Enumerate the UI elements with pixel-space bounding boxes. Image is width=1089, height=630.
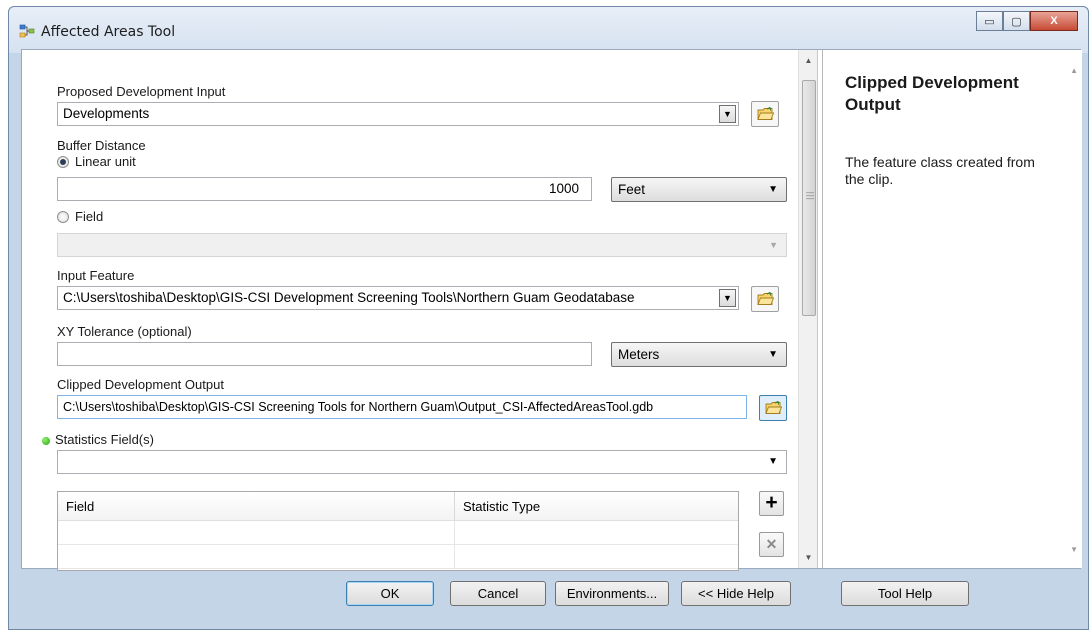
proposed-development-input-value: Developments bbox=[63, 106, 150, 121]
delete-icon: ✕ bbox=[765, 536, 778, 552]
browse-output-button[interactable] bbox=[759, 395, 787, 421]
linear-unit-label: Linear unit bbox=[75, 154, 136, 169]
ok-button[interactable]: OK bbox=[346, 581, 434, 606]
clipped-development-output-value: C:\Users\toshiba\Desktop\GIS-CSI Screeni… bbox=[63, 400, 654, 414]
table-row[interactable] bbox=[58, 521, 738, 545]
proposed-development-input-label: Proposed Development Input bbox=[57, 84, 226, 99]
field-column-header[interactable]: Field bbox=[58, 492, 455, 521]
field-radio[interactable] bbox=[57, 211, 69, 223]
xy-tolerance-unit-select[interactable]: Meters ▼ bbox=[611, 342, 787, 367]
parameters-pane: Proposed Development Input Developments … bbox=[22, 50, 798, 571]
input-feature-combo[interactable]: C:\Users\toshiba\Desktop\GIS-CSI Develop… bbox=[57, 286, 739, 310]
statistics-fields-table[interactable]: Field Statistic Type bbox=[57, 491, 739, 571]
close-button[interactable]: X bbox=[1030, 11, 1078, 31]
clipped-development-output-input[interactable]: C:\Users\toshiba\Desktop\GIS-CSI Screeni… bbox=[57, 395, 747, 419]
clipped-development-output-label: Clipped Development Output bbox=[57, 377, 224, 392]
required-parameter-icon bbox=[42, 437, 50, 445]
help-description: The feature class created from the clip. bbox=[845, 154, 1035, 187]
table-cell[interactable] bbox=[58, 545, 455, 569]
xy-tolerance-input[interactable] bbox=[57, 342, 592, 366]
chevron-down-icon: ▼ bbox=[768, 456, 778, 467]
statistic-type-column-header[interactable]: Statistic Type bbox=[455, 492, 738, 521]
minimize-button[interactable]: ▭ bbox=[976, 11, 1003, 31]
geoprocessing-tool-icon bbox=[19, 24, 35, 38]
buffer-unit-value: Feet bbox=[618, 182, 646, 197]
scroll-down-arrow-icon[interactable]: ▼ bbox=[799, 549, 818, 566]
dialog-button-bar: OK Cancel Environments... << Hide Help T… bbox=[9, 569, 1088, 630]
help-pane: ▲ Clipped Development Output The feature… bbox=[822, 50, 1082, 568]
statistics-fields-label: Statistics Field(s) bbox=[55, 432, 154, 447]
tool-help-button[interactable]: Tool Help bbox=[841, 581, 969, 606]
plus-icon: + bbox=[765, 491, 778, 514]
environments-button[interactable]: Environments... bbox=[555, 581, 669, 606]
buffer-unit-select[interactable]: Feet ▼ bbox=[611, 177, 787, 202]
chevron-down-icon: ▼ bbox=[768, 184, 778, 195]
input-feature-label: Input Feature bbox=[57, 268, 135, 283]
open-folder-icon bbox=[757, 292, 774, 305]
hide-help-button[interactable]: << Hide Help bbox=[681, 581, 791, 606]
table-row[interactable] bbox=[58, 545, 738, 569]
chevron-down-icon: ▼ bbox=[769, 240, 778, 250]
window-title: Affected Areas Tool bbox=[41, 24, 176, 40]
buffer-distance-input[interactable]: 1000 bbox=[57, 177, 592, 201]
scroll-down-arrow-icon[interactable]: ▼ bbox=[1070, 545, 1078, 554]
browse-input-feature-button[interactable] bbox=[751, 286, 779, 312]
help-title: Clipped Development Output bbox=[845, 73, 1019, 114]
browse-development-input-button[interactable] bbox=[751, 101, 779, 127]
linear-unit-radio[interactable] bbox=[57, 156, 69, 168]
scroll-up-arrow-icon[interactable]: ▲ bbox=[799, 52, 818, 69]
cancel-button[interactable]: Cancel bbox=[450, 581, 546, 606]
open-folder-icon bbox=[757, 107, 774, 120]
buffer-field-combo[interactable]: ▼ bbox=[57, 233, 787, 257]
proposed-development-input-combo[interactable]: Developments ▼ bbox=[57, 102, 739, 126]
table-cell[interactable] bbox=[58, 521, 455, 545]
chevron-down-icon[interactable]: ▼ bbox=[719, 289, 736, 307]
scroll-up-arrow-icon[interactable]: ▲ bbox=[1070, 66, 1078, 75]
remove-row-button[interactable]: ✕ bbox=[759, 532, 784, 557]
title-bar[interactable]: Affected Areas Tool ▭ ▢ X bbox=[9, 7, 1088, 53]
xy-tolerance-unit-value: Meters bbox=[618, 347, 660, 362]
scrollbar-thumb[interactable]: — — — bbox=[802, 80, 816, 316]
xy-tolerance-label: XY Tolerance (optional) bbox=[57, 324, 192, 339]
window-controls: ▭ ▢ X bbox=[976, 11, 1078, 31]
dialog-content: Proposed Development Input Developments … bbox=[21, 49, 1082, 571]
input-feature-value: C:\Users\toshiba\Desktop\GIS-CSI Develop… bbox=[63, 290, 635, 305]
tool-dialog-window: Affected Areas Tool ▭ ▢ X Proposed Devel… bbox=[8, 6, 1089, 630]
chevron-down-icon: ▼ bbox=[768, 349, 778, 360]
field-label: Field bbox=[75, 209, 104, 224]
chevron-down-icon[interactable]: ▼ bbox=[719, 105, 736, 123]
grip-icon: — — — bbox=[806, 188, 814, 203]
open-folder-icon bbox=[765, 401, 782, 414]
maximize-button[interactable]: ▢ bbox=[1003, 11, 1030, 31]
add-row-button[interactable]: + bbox=[759, 491, 784, 516]
buffer-distance-label: Buffer Distance bbox=[57, 138, 146, 153]
statistics-field-combo[interactable]: ▼ bbox=[57, 450, 787, 474]
parameters-scrollbar[interactable]: ▲ — — — ▼ bbox=[798, 50, 818, 568]
